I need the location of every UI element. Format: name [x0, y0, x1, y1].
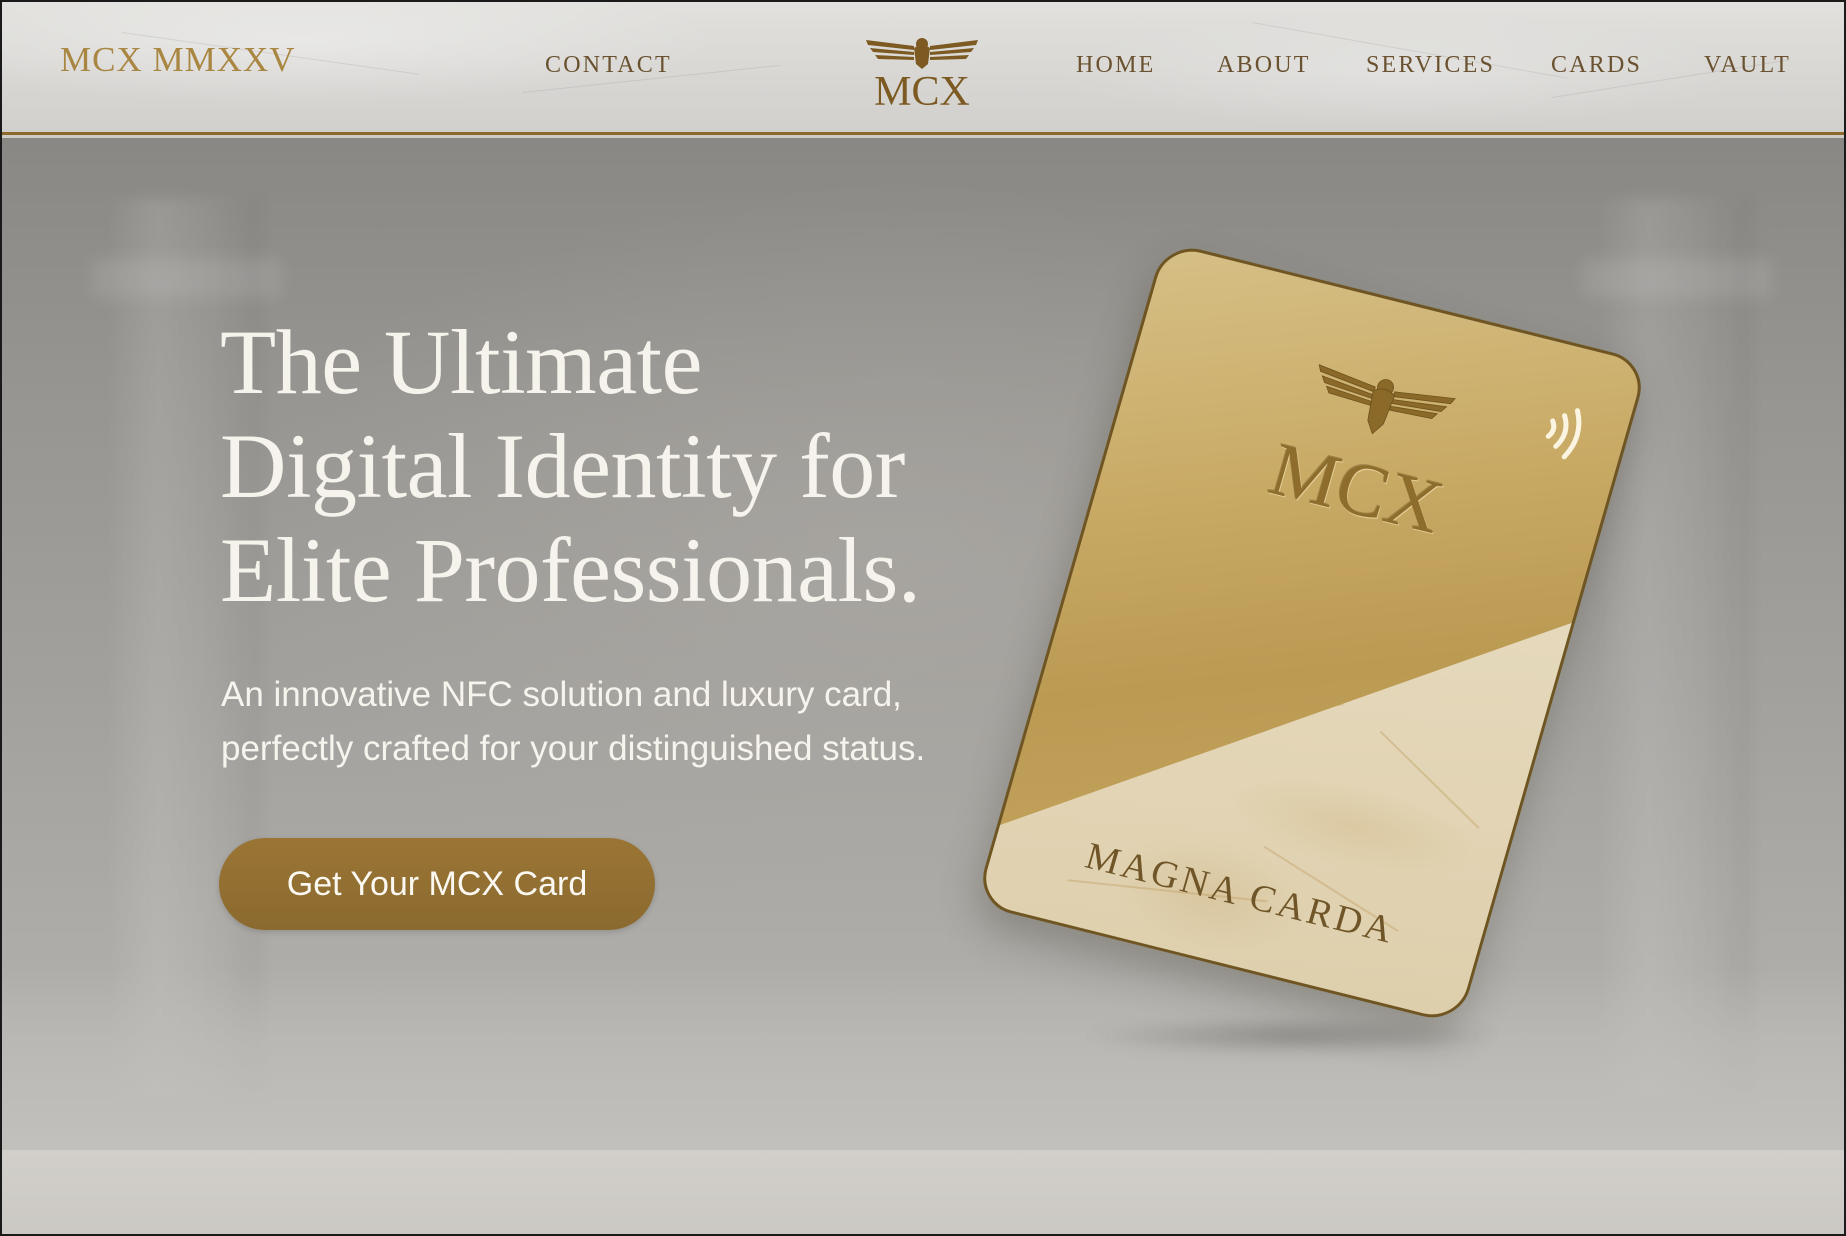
floor — [2, 968, 1844, 1150]
background-column — [1602, 198, 1752, 1098]
subtitle-line: perfectly crafted for your distinguished… — [221, 729, 926, 768]
headline-line: The Ultimate — [220, 311, 702, 413]
site-header: MCX MMXXV CONTACT MCX HOME ABOUT SERVICE… — [2, 2, 1844, 135]
background-column-capital — [1582, 258, 1772, 298]
nfc-icon — [1545, 408, 1582, 460]
hero-subtitle: An innovative NFC solution and luxury ca… — [221, 668, 1021, 776]
subtitle-line: An innovative NFC solution and luxury ca… — [221, 675, 902, 714]
card-shadow — [1082, 1016, 1502, 1056]
nav-contact[interactable]: CONTACT — [545, 52, 672, 79]
brand-wordmark[interactable]: MCX MMXXV — [60, 40, 296, 80]
mcx-card-image: MCX MAGNA CARDA — [974, 240, 1650, 1026]
page: MCX MMXXV CONTACT MCX HOME ABOUT SERVICE… — [0, 0, 1846, 1236]
hero-headline: The Ultimate Digital Identity for Elite … — [220, 310, 1040, 622]
get-card-button[interactable]: Get Your MCX Card — [219, 838, 655, 930]
hero-section: The Ultimate Digital Identity for Elite … — [2, 138, 1844, 1150]
nav-services[interactable]: SERVICES — [1366, 52, 1495, 79]
nav-vault[interactable]: VAULT — [1704, 52, 1791, 79]
headline-line: Digital Identity for — [220, 415, 905, 517]
nav-about[interactable]: ABOUT — [1217, 52, 1311, 79]
background-column-capital — [92, 258, 282, 298]
logo-text: MCX — [874, 69, 970, 115]
next-section-edge — [2, 1150, 1844, 1234]
logo[interactable]: MCX — [864, 34, 980, 115]
eagle-icon — [866, 38, 978, 69]
nav-home[interactable]: HOME — [1076, 52, 1155, 79]
nav-cards[interactable]: CARDS — [1551, 52, 1642, 79]
headline-line: Elite Professionals. — [220, 519, 921, 621]
